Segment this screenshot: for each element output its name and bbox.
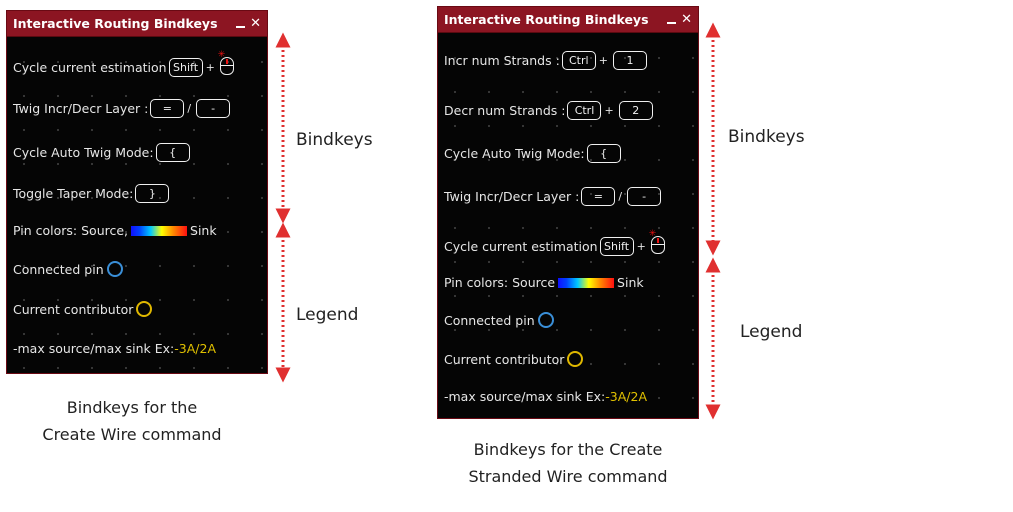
left-caption-line2: Create Wire command — [42, 425, 222, 444]
left-legend-annotation: Legend — [296, 305, 359, 325]
left-bindkeys-annotation: Bindkeys — [296, 130, 373, 150]
right-legend-annotation: Legend — [740, 322, 803, 342]
left-caption-line1: Bindkeys for the — [66, 398, 198, 417]
right-caption-line2: Stranded Wire command — [468, 467, 668, 486]
right-bindkeys-annotation: Bindkeys — [728, 127, 805, 147]
right-caption-line1: Bindkeys for the Create — [473, 440, 663, 459]
left-caption: Bindkeys for the Create Wire command — [16, 394, 248, 448]
right-caption: Bindkeys for the Create Stranded Wire co… — [437, 436, 699, 490]
